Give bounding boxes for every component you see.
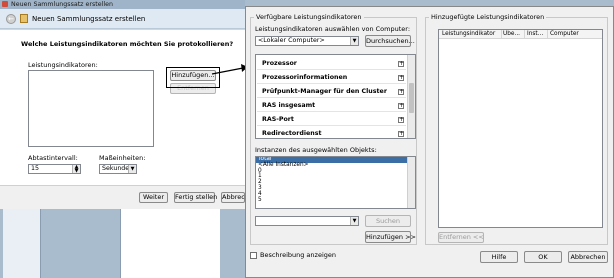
counter-group-label: Redirectordienst: [262, 130, 322, 137]
table-header: Leistungsindikator Übe... Inst... Comput…: [439, 30, 602, 39]
chevron-down-icon[interactable]: ▼: [350, 37, 358, 45]
counter-group-item[interactable]: Prozessor +: [257, 59, 406, 70]
expand-icon[interactable]: +: [398, 103, 404, 109]
finish-button[interactable]: Fertig stellen: [174, 192, 217, 203]
chevron-down-icon[interactable]: ▼: [350, 217, 358, 225]
wizard-title: Neuen Sammlungssatz erstellen: [32, 15, 146, 23]
computer-value: <Lokaler Computer>: [258, 37, 325, 44]
counter-group-label: RAS insgesamt: [262, 102, 316, 109]
wizard-body: Welche Leistungsindikatoren möchten Sie …: [0, 30, 246, 185]
vertical-scrollbar[interactable]: [407, 55, 415, 138]
expand-icon[interactable]: +: [398, 131, 404, 137]
column-header-parent[interactable]: Übe...: [503, 30, 525, 39]
available-counters-title: Verfügbare Leistungsindikatoren: [254, 13, 364, 21]
counter-group-item[interactable]: Prozessorinformationen +: [257, 73, 406, 84]
available-counters-group: Verfügbare Leistungsindikatoren Leistung…: [250, 13, 417, 245]
expand-icon[interactable]: +: [398, 61, 404, 67]
counter-group-item[interactable]: Redirectordienst +: [257, 129, 406, 138]
search-button[interactable]: Suchen: [365, 215, 411, 227]
wizard-icon: [20, 14, 28, 23]
wizard-question: Welche Leistungsindikatoren möchten Sie …: [21, 40, 234, 48]
search-input[interactable]: ▼: [255, 216, 359, 226]
ok-button[interactable]: OK: [524, 251, 562, 263]
show-description-checkbox[interactable]: [250, 252, 257, 259]
instances-list[interactable]: Total <Alle Instanzen> 0 1 2 3 4 5: [255, 156, 416, 209]
cancel-button[interactable]: Abbrechen: [568, 251, 608, 263]
counter-group-label: Prozessorinformationen: [262, 74, 348, 81]
add-counters-dialog: Verfügbare Leistungsindikatoren Leistung…: [245, 6, 614, 278]
back-window-title: Neuen Sammlungssatz erstellen: [11, 1, 113, 8]
background-panel-right: [120, 209, 220, 278]
help-button[interactable]: Hilfe: [480, 251, 518, 263]
back-arrow-icon[interactable]: ←: [6, 14, 16, 24]
counter-group-label: Prozessor: [262, 60, 297, 67]
add-button-highlight: [166, 67, 220, 88]
units-select[interactable]: Sekunden ▼: [99, 164, 137, 174]
units-label: Maßeinheiten:: [99, 154, 146, 162]
column-header-counter[interactable]: Leistungsindikator: [442, 30, 502, 39]
expand-icon[interactable]: +: [398, 75, 404, 81]
added-counters-group: Hinzugefügte Leistungsindikatoren Leistu…: [425, 13, 608, 245]
counter-group-item[interactable]: Prüfpunkt-Manager für den Cluster +: [257, 87, 406, 98]
window-icon: [2, 1, 8, 7]
instance-item[interactable]: 5: [256, 197, 415, 204]
interval-value: 15: [31, 165, 40, 172]
counter-groups-list[interactable]: Prozessor + Prozessorinformationen + Prü…: [255, 54, 416, 139]
instances-scrollbar[interactable]: [407, 157, 415, 208]
show-description-label: Beschreibung anzeigen: [260, 251, 336, 259]
expand-icon[interactable]: +: [398, 89, 404, 95]
wizard-footer: Weiter Fertig stellen Abbrechen: [0, 185, 246, 209]
instances-label: Instanzen des ausgewählten Objekts:: [255, 146, 377, 154]
counter-group-item[interactable]: RAS insgesamt +: [257, 101, 406, 112]
counters-label: Leistungsindikatoren:: [28, 61, 98, 69]
add-to-list-button[interactable]: Hinzufügen >>: [365, 231, 416, 243]
browse-button[interactable]: Durchsuchen...: [365, 35, 415, 47]
desktop-area: [0, 209, 246, 278]
wizard-cancel-button[interactable]: Abbrechen: [221, 192, 245, 203]
back-window-titlebar[interactable]: Neuen Sammlungssatz erstellen: [0, 0, 246, 9]
stepper-arrows-icon[interactable]: ▲ ▼: [72, 165, 80, 173]
added-counters-table[interactable]: Leistungsindikator Übe... Inst... Comput…: [438, 29, 603, 228]
interval-stepper[interactable]: 15 ▲ ▼: [28, 164, 81, 174]
scrollbar-thumb[interactable]: [409, 83, 414, 113]
remove-from-list-button[interactable]: Entfernen <<: [438, 232, 484, 243]
chevron-down-icon[interactable]: ▼: [128, 165, 136, 173]
back-window: Neuen Sammlungssatz erstellen ← Neuen Sa…: [0, 0, 246, 278]
counters-list[interactable]: [28, 70, 154, 147]
counter-group-item[interactable]: RAS-Port +: [257, 115, 406, 126]
added-counters-title: Hinzugefügte Leistungsindikatoren: [429, 13, 547, 21]
counter-group-label: Prüfpunkt-Manager für den Cluster: [262, 88, 387, 95]
interval-label: Abtastintervall:: [28, 154, 78, 162]
column-header-instance[interactable]: Inst...: [527, 30, 548, 39]
background-panel-left: [3, 209, 41, 278]
expand-icon[interactable]: +: [398, 117, 404, 123]
wizard-header: ← Neuen Sammlungssatz erstellen: [0, 9, 246, 29]
column-header-computer[interactable]: Computer: [550, 30, 579, 39]
next-button[interactable]: Weiter: [139, 192, 168, 203]
computer-select[interactable]: <Lokaler Computer> ▼: [255, 36, 359, 46]
counter-group-label: RAS-Port: [262, 116, 294, 123]
desktop-edge: [245, 0, 614, 6]
select-from-label: Leistungsindikatoren auswählen von Compu…: [255, 25, 411, 33]
